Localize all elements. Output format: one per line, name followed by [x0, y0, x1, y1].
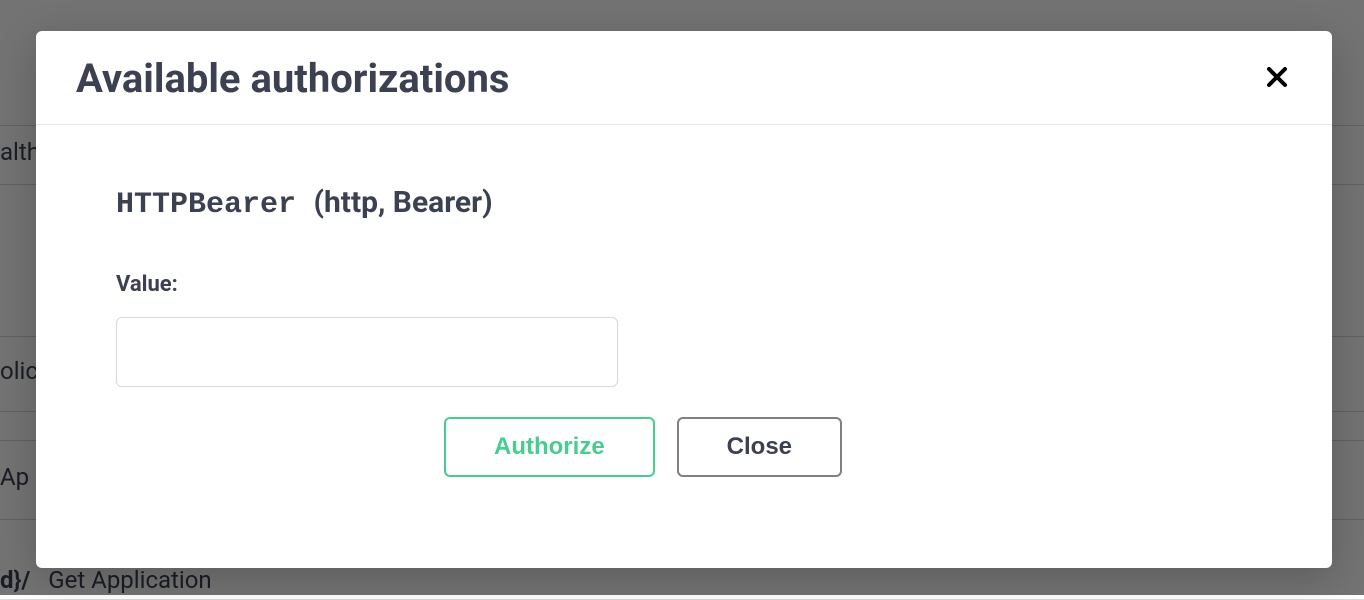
close-icon[interactable] — [1262, 61, 1292, 97]
authorize-button[interactable]: Authorize — [444, 417, 655, 477]
auth-scheme-type: (http, Bearer) — [314, 185, 493, 220]
modal-body: HTTPBearer (http, Bearer) Value: Authori… — [36, 125, 1332, 517]
modal-title: Available authorizations — [76, 55, 509, 102]
modal-header: Available authorizations — [36, 31, 1332, 125]
value-label: Value: — [116, 272, 1252, 297]
auth-scheme-header: HTTPBearer (http, Bearer) — [116, 185, 1252, 222]
close-button[interactable]: Close — [677, 417, 842, 477]
button-row: Authorize Close — [444, 417, 1252, 477]
auth-scheme-name: HTTPBearer — [116, 188, 296, 222]
bearer-token-input[interactable] — [116, 317, 618, 387]
authorization-modal: Available authorizations HTTPBearer (htt… — [36, 31, 1332, 568]
